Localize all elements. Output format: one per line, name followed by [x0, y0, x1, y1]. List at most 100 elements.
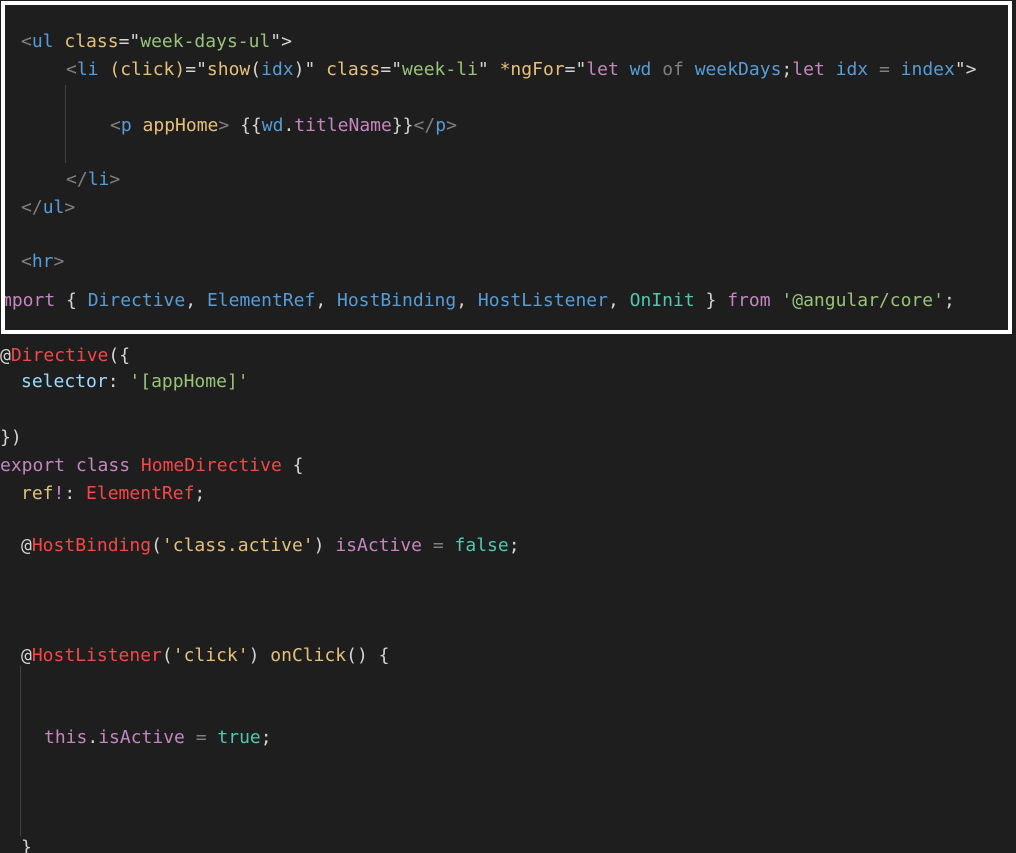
code-token: =: [422, 535, 455, 556]
code-token: li: [87, 169, 110, 190]
code-token: ,: [185, 290, 207, 311]
code-token: (: [161, 645, 173, 666]
html-code-line: mport { Directive, ElementRef, HostBindi…: [5, 289, 955, 313]
html-code-line: <hr>: [21, 250, 64, 274]
ts-code-line: selector: '[appHome]': [21, 370, 249, 394]
code-token: </: [21, 197, 43, 218]
code-token: ;: [781, 59, 793, 80]
code-token: week-li: [402, 59, 478, 80]
code-token: >: [64, 197, 76, 218]
code-token: </: [66, 169, 88, 190]
code-token: false: [454, 535, 509, 556]
code-token: hr: [31, 251, 54, 272]
code-token: OnInit: [629, 290, 695, 311]
code-token: ,: [456, 290, 478, 311]
code-token: =: [184, 727, 218, 748]
ts-code-line: @HostListener('click') onClick() {: [21, 644, 390, 668]
code-token: '@angular/core': [781, 290, 944, 311]
code-token: >: [218, 115, 230, 136]
code-token: ;: [508, 535, 520, 556]
code-token: HostBinding: [337, 290, 457, 311]
code-token: week-days-ul: [140, 31, 271, 52]
code-token: HomeDirective: [140, 455, 282, 476]
code-token: mport: [5, 290, 56, 311]
code-token: ref: [21, 483, 54, 504]
indent-guide: [20, 666, 21, 836]
code-token: weekDays: [683, 59, 782, 80]
code-token: HostListener: [477, 290, 608, 311]
code-token: <: [66, 59, 77, 80]
code-token: =": [380, 59, 403, 80]
code-token: >: [109, 169, 121, 190]
code-token: @: [21, 645, 32, 666]
code-token: .: [87, 727, 99, 748]
code-token: ;: [943, 290, 955, 311]
code-token: =": [564, 59, 587, 80]
code-token: =: [878, 59, 890, 80]
html-code-line: <li (click)="show(idx)" class="week-li" …: [66, 58, 977, 82]
code-token: =": [118, 31, 141, 52]
ts-code-line: @Directive({: [0, 344, 130, 368]
code-token: idx: [824, 59, 879, 80]
code-token: export: [0, 455, 66, 476]
code-token: ">: [270, 31, 292, 52]
code-token: p: [435, 115, 447, 136]
code-token: Directive: [10, 345, 109, 366]
code-token: li: [76, 59, 99, 80]
code-token: ,: [315, 290, 337, 311]
code-token: titleName: [294, 115, 392, 136]
ts-code-line: }: [21, 836, 32, 853]
code-token: >: [53, 251, 65, 272]
ts-code-line: @HostBinding('class.active') isActive = …: [21, 534, 520, 558]
ts-code-line: }): [0, 426, 22, 450]
html-code-line: <ul class="week-days-ul">: [21, 30, 292, 54]
code-token: ">: [954, 59, 977, 80]
code-token: =": [185, 59, 207, 80]
code-token: }}: [391, 115, 414, 136]
code-token: ({: [108, 345, 131, 366]
html-code-snippet: <ul class="week-days-ul"> <li (click)="sh…: [5, 5, 1008, 330]
code-token: :: [64, 483, 87, 504]
code-token: <: [110, 115, 121, 136]
code-token: <: [21, 251, 32, 272]
code-token: ;: [194, 483, 206, 504]
code-token: ): [313, 535, 336, 556]
code-token: p: [120, 115, 132, 136]
code-token: </: [413, 115, 436, 136]
code-token: index: [889, 59, 955, 80]
code-token: *ngFor: [499, 59, 565, 80]
ts-code-line: export class HomeDirective {: [0, 454, 303, 478]
code-token: onClick: [270, 645, 347, 666]
ts-code-line: ref!: ElementRef;: [21, 482, 205, 506]
code-token: '[appHome]': [129, 371, 249, 392]
code-token: ElementRef: [206, 290, 316, 311]
code-token: ul: [31, 31, 54, 52]
code-token: isActive: [335, 535, 423, 556]
code-token: >: [446, 115, 457, 136]
ts-code-line: this.isActive = true;: [44, 726, 272, 750]
html-code-line: <p appHome> {{wd.titleName}}</p>: [110, 114, 457, 138]
code-token: }): [0, 427, 22, 448]
code-token: let: [792, 59, 825, 80]
code-token: ul: [42, 197, 65, 218]
code-token: let: [586, 59, 619, 80]
code-token: wd: [261, 115, 284, 136]
code-token: HostListener: [31, 645, 162, 666]
html-code-line: </li>: [66, 168, 120, 192]
code-token: class: [64, 31, 119, 52]
code-token: (click): [109, 59, 186, 80]
code-token: selector: [21, 371, 108, 392]
code-token: .: [283, 115, 295, 136]
code-token: ElementRef: [86, 483, 195, 504]
code-token: class: [326, 59, 381, 80]
code-token: idx: [261, 59, 294, 80]
code-token: isActive: [98, 727, 185, 748]
code-token: show: [206, 59, 251, 80]
code-token: true: [217, 727, 261, 748]
code-token: )": [293, 59, 316, 80]
